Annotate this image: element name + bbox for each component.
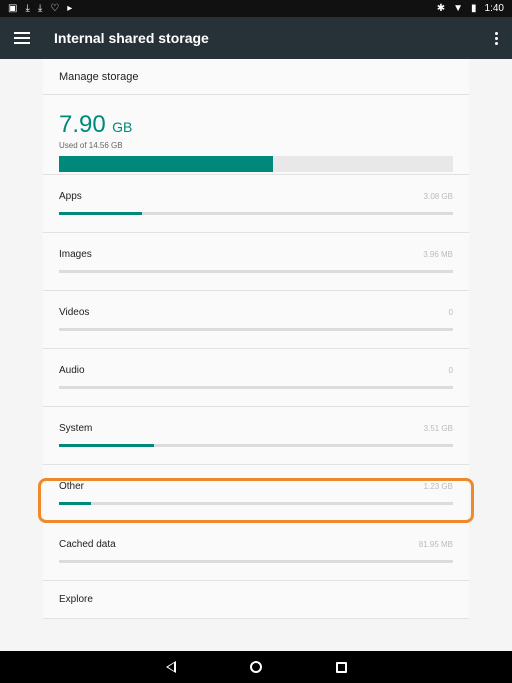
category-size: 3.51 GB — [423, 424, 453, 433]
category-label: Images — [59, 249, 92, 260]
category-usage-bar — [59, 560, 453, 563]
total-usage-bar — [59, 156, 453, 172]
category-label: Apps — [59, 191, 82, 202]
back-icon[interactable] — [165, 661, 176, 673]
download-icon: ⤓ — [37, 3, 43, 14]
storage-category-apps[interactable]: Apps 3.08 GB — [43, 175, 469, 233]
category-size: 3.08 GB — [423, 192, 453, 201]
used-unit: GB — [112, 119, 133, 135]
recents-icon[interactable] — [335, 661, 347, 673]
category-usage-fill — [59, 444, 154, 447]
used-of-total: Used of 14.56 GB — [59, 141, 123, 150]
storage-category-videos[interactable]: Videos 0 — [43, 291, 469, 349]
system-icons: ✱ ▼ ▮ 1:40 — [437, 0, 504, 17]
category-size: 0 — [448, 308, 453, 317]
category-usage-bar — [59, 212, 453, 215]
category-label: System — [59, 423, 93, 434]
storage-list: Manage storage 7.90 GB Used of 14.56 GB … — [43, 59, 469, 619]
play-icon: ▸ — [67, 3, 73, 14]
category-usage-fill — [59, 502, 91, 505]
download-icon: ⤓ — [25, 3, 30, 14]
status-bar: ▣ ⤓ ⤓ ♡ ▸ ✱ ▼ ▮ 1:40 — [0, 0, 512, 17]
image-icon: ▣ — [8, 3, 18, 14]
category-size: 81.95 MB — [418, 540, 453, 549]
category-size: 0 — [448, 366, 453, 375]
category-usage-bar — [59, 502, 453, 505]
app-bar: Internal shared storage — [0, 17, 512, 59]
clock: 1:40 — [484, 3, 504, 14]
category-usage-bar — [59, 386, 453, 389]
category-usage-bar — [59, 270, 453, 273]
navigation-bar — [0, 651, 512, 683]
bluetooth-icon: ✱ — [436, 3, 446, 14]
hamburger-icon[interactable] — [14, 32, 30, 44]
category-label: Audio — [59, 365, 85, 376]
manage-storage-label: Manage storage — [59, 70, 139, 83]
total-usage-fill — [59, 156, 273, 172]
category-label: Cached data — [59, 539, 116, 550]
storage-category-other[interactable]: Other 1.23 GB — [43, 465, 469, 523]
notification-icons: ▣ ⤓ ⤓ ♡ ▸ — [8, 0, 72, 17]
explore-item[interactable]: Explore — [43, 581, 469, 619]
more-vert-icon[interactable] — [494, 31, 498, 45]
storage-category-audio[interactable]: Audio 0 — [43, 349, 469, 407]
home-icon[interactable] — [249, 661, 262, 673]
category-usage-bar — [59, 444, 453, 447]
category-label: Videos — [59, 307, 90, 318]
battery-icon: ▮ — [471, 3, 477, 14]
page-title: Internal shared storage — [54, 30, 209, 46]
wifi-icon: ▼ — [453, 3, 464, 14]
category-size: 1.23 GB — [423, 482, 453, 491]
category-size: 3.96 MB — [423, 250, 453, 259]
storage-summary: 7.90 GB Used of 14.56 GB — [43, 95, 469, 175]
used-value: 7.90 — [59, 111, 106, 138]
explore-label: Explore — [59, 594, 93, 605]
category-usage-fill — [59, 212, 142, 215]
storage-category-system[interactable]: System 3.51 GB — [43, 407, 469, 465]
manage-storage-item[interactable]: Manage storage — [43, 59, 469, 95]
category-label: Other — [59, 481, 85, 492]
storage-category-cached-data[interactable]: Cached data 81.95 MB — [43, 523, 469, 581]
storage-category-images[interactable]: Images 3.96 MB — [43, 233, 469, 291]
heart-icon: ♡ — [50, 3, 60, 14]
category-usage-bar — [59, 328, 453, 331]
